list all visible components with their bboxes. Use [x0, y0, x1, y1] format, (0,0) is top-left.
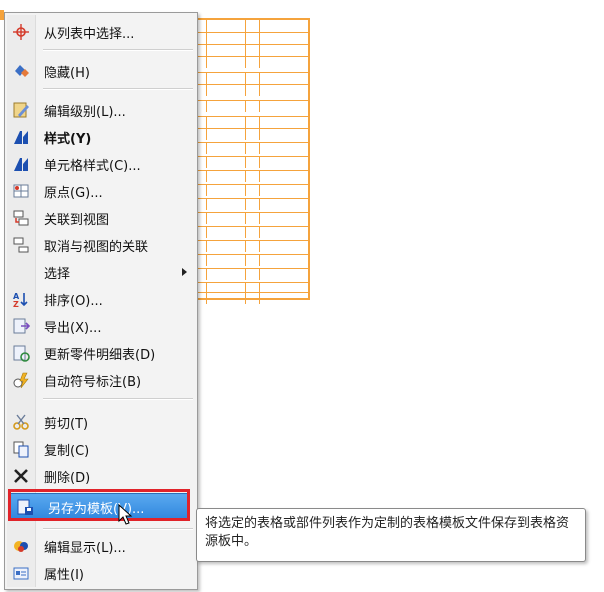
update-bom-icon — [7, 340, 35, 366]
menu-item-label: 从列表中选择... — [44, 26, 135, 42]
menu-item-label: 复制(C) — [44, 443, 90, 459]
table-row — [198, 254, 308, 266]
mouse-cursor-icon — [118, 504, 133, 525]
crosshair-icon — [7, 19, 35, 45]
menu-item-unlink-from-view[interactable]: 取消与视图的关联 — [7, 232, 195, 258]
delete-icon — [7, 463, 35, 489]
menu-item-label: 编辑级别(L)... — [44, 104, 126, 120]
menu-item-label: 属性(I) — [44, 567, 84, 583]
menu-item-label: 自动符号标注(B) — [44, 374, 142, 390]
link-view-icon — [7, 205, 35, 231]
menu-item-label: 剪切(T) — [44, 416, 89, 432]
menu-item-update-parts-list[interactable]: 更新零件明细表(D) — [7, 340, 195, 366]
table-row — [198, 100, 308, 112]
menu-item-style[interactable]: 样式(Y) — [7, 124, 195, 150]
menu-item-cut[interactable]: 剪切(T) — [7, 409, 195, 435]
menu-item-select-submenu[interactable]: 选择 — [7, 259, 195, 285]
menu-item-label: 排序(O)... — [44, 293, 103, 309]
menu-separator — [43, 398, 193, 400]
table-row — [198, 198, 308, 210]
edit-level-icon — [7, 97, 35, 123]
tooltip: 将选定的表格或部件列表作为定制的表格模板文件保存到表格资源板中。 — [196, 508, 586, 562]
table-row — [198, 116, 308, 128]
menu-item-edit-level[interactable]: 编辑级别(L)... — [7, 97, 195, 123]
menu-item-label: 原点(G)... — [44, 185, 103, 201]
menu-item-label: 更新零件明细表(D) — [44, 347, 156, 363]
highlight-annotation-frame — [8, 489, 190, 521]
table-row — [198, 44, 308, 56]
background-table — [196, 18, 310, 304]
table-row — [198, 268, 308, 280]
table-row — [198, 142, 308, 154]
menu-item-delete[interactable]: 删除(D) — [7, 463, 195, 489]
menu-item-origin[interactable]: 原点(G)... — [7, 178, 195, 204]
unlink-view-icon — [7, 232, 35, 258]
menu-item-label: 关联到视图 — [44, 212, 110, 228]
edit-display-icon — [7, 533, 35, 559]
menu-item-cell-style[interactable]: 单元格样式(C)... — [7, 151, 195, 177]
menu-item-edit-display[interactable]: 编辑显示(L)... — [7, 533, 195, 559]
table-row — [198, 170, 308, 182]
tooltip-text: 将选定的表格或部件列表作为定制的表格模板文件保存到表格资源板中。 — [205, 516, 570, 549]
menu-item-label: 选择 — [44, 266, 71, 282]
menu-item-auto-balloon[interactable]: 自动符号标注(B) — [7, 367, 195, 393]
menu-item-label: 样式(Y) — [44, 131, 92, 147]
menu-separator — [43, 528, 193, 530]
menu-item-sort[interactable]: AZ 排序(O)... — [7, 286, 195, 312]
menu-item-export[interactable]: 导出(X)... — [7, 313, 195, 339]
export-icon — [7, 313, 35, 339]
cut-icon — [7, 409, 35, 435]
sort-icon: AZ — [7, 286, 35, 312]
menu-item-label: 取消与视图的关联 — [44, 239, 149, 255]
table-row — [198, 32, 308, 44]
hide-icon — [7, 58, 35, 84]
style-icon — [7, 124, 35, 150]
table-row — [198, 212, 308, 224]
copy-icon — [7, 436, 35, 462]
auto-balloon-icon — [7, 367, 35, 393]
menu-item-copy[interactable]: 复制(C) — [7, 436, 195, 462]
submenu-arrow-icon — [182, 268, 187, 276]
table-row — [198, 156, 308, 168]
properties-icon — [7, 560, 35, 586]
table-row — [198, 292, 308, 304]
table-row — [198, 72, 308, 84]
table-row — [198, 184, 308, 196]
table-row — [198, 56, 308, 68]
menu-item-label: 编辑显示(L)... — [44, 540, 126, 556]
menu-item-hide[interactable]: 隐藏(H) — [7, 58, 195, 84]
menu-item-properties[interactable]: 属性(I) — [7, 560, 195, 586]
menu-item-label: 导出(X)... — [44, 320, 102, 336]
origin-icon — [7, 178, 35, 204]
table-row — [198, 128, 308, 140]
svg-text:Z: Z — [13, 300, 19, 308]
menu-item-link-to-view[interactable]: 关联到视图 — [7, 205, 195, 231]
menu-item-label: 删除(D) — [44, 470, 91, 486]
table-row — [198, 240, 308, 252]
cell-style-icon — [7, 151, 35, 177]
table-row — [198, 84, 308, 96]
menu-item-label: 单元格样式(C)... — [44, 158, 141, 174]
table-row — [198, 20, 308, 32]
menu-item-select-from-list[interactable]: 从列表中选择... — [7, 19, 195, 45]
menu-item-label: 隐藏(H) — [44, 65, 90, 81]
menu-separator — [43, 88, 193, 90]
menu-separator — [43, 49, 193, 51]
table-row — [198, 226, 308, 238]
